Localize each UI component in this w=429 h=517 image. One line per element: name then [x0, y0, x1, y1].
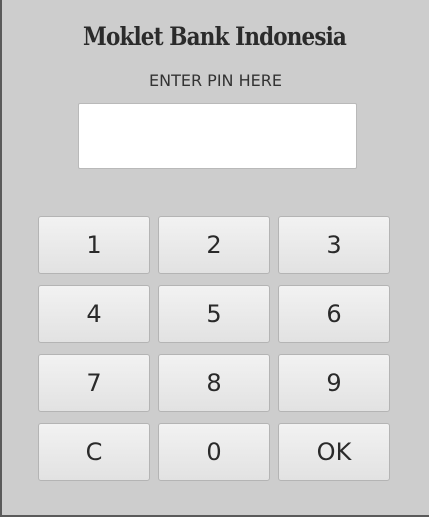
pin-label: ENTER PIN HERE [149, 71, 282, 90]
atm-window: Moklet Bank Indonesia ENTER PIN HERE 1 2… [0, 0, 429, 517]
pin-input[interactable] [78, 103, 357, 169]
bank-title: Moklet Bank Indonesia [83, 22, 347, 51]
keypad: 1 2 3 4 5 6 7 8 9 C 0 OK [38, 216, 390, 482]
key-8-button[interactable]: 8 [158, 354, 270, 412]
key-0-button[interactable]: 0 [158, 423, 270, 481]
key-2-button[interactable]: 2 [158, 216, 270, 274]
key-3-button[interactable]: 3 [278, 216, 390, 274]
key-5-button[interactable]: 5 [158, 285, 270, 343]
key-7-button[interactable]: 7 [38, 354, 150, 412]
clear-button[interactable]: C [38, 423, 150, 481]
key-1-button[interactable]: 1 [38, 216, 150, 274]
key-4-button[interactable]: 4 [38, 285, 150, 343]
ok-button[interactable]: OK [278, 423, 390, 481]
key-6-button[interactable]: 6 [278, 285, 390, 343]
key-9-button[interactable]: 9 [278, 354, 390, 412]
